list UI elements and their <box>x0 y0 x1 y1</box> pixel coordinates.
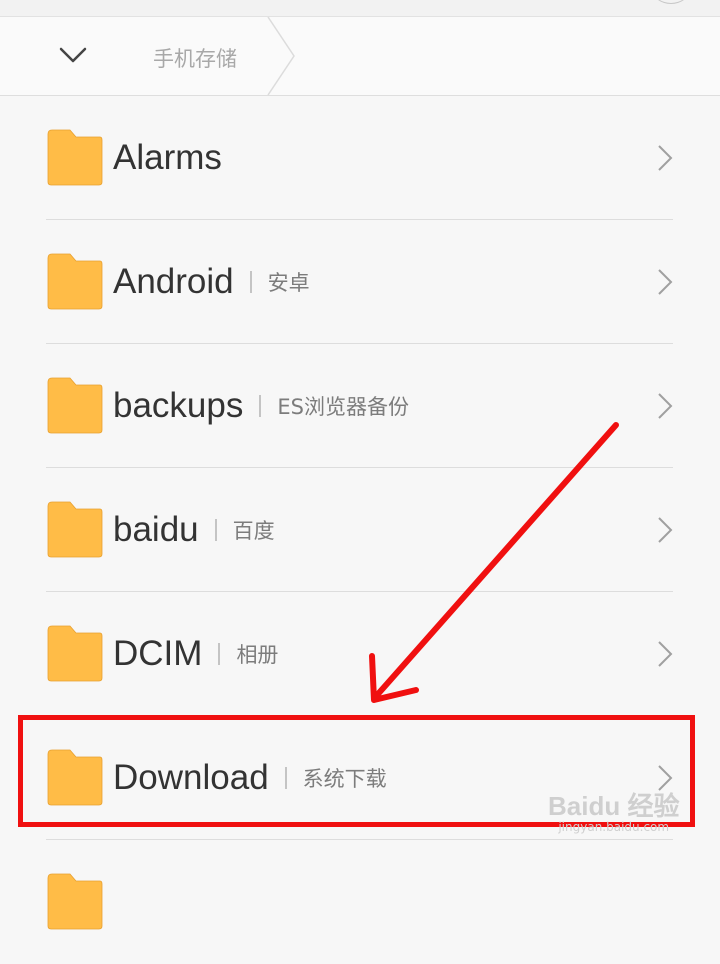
watermark-logo: Baidu 经验 <box>548 791 680 821</box>
folder-name: Alarms <box>113 138 222 177</box>
folder-icon <box>47 253 103 310</box>
separator <box>284 767 287 789</box>
folder-description: 系统下载 <box>302 767 387 791</box>
list-item[interactable]: baidu 百度 <box>0 468 720 592</box>
list-item[interactable]: backups ES浏览器备份 <box>0 344 720 468</box>
separator <box>218 643 221 665</box>
folder-name: Download <box>113 758 269 797</box>
folder-icon <box>47 501 103 558</box>
watermark: Baidu 经验 jingyan.baidu.com <box>548 792 679 834</box>
status-strip <box>0 0 720 17</box>
folder-icon <box>47 377 103 434</box>
folder-name: backups <box>113 386 244 425</box>
menu-button[interactable] <box>652 0 690 4</box>
folder-icon <box>47 129 103 186</box>
separator <box>249 271 252 293</box>
folder-description: 安卓 <box>267 271 310 295</box>
chevron-right-icon <box>658 269 673 295</box>
chevron-right-icon <box>658 517 673 543</box>
list-item[interactable] <box>0 840 720 964</box>
separator <box>259 395 262 417</box>
separator <box>214 519 217 541</box>
folder-description: 百度 <box>232 519 275 543</box>
folder-name: Android <box>113 262 234 301</box>
watermark-url: jingyan.baidu.com <box>558 820 670 834</box>
chevron-right-icon <box>658 393 673 419</box>
path-bar: 手机存储 <box>0 17 720 96</box>
chevron-right-icon <box>658 641 673 667</box>
list-item[interactable]: Alarms <box>0 96 720 220</box>
folder-name: DCIM <box>113 634 203 673</box>
breadcrumb[interactable]: 手机存储 <box>153 43 237 73</box>
chevron-right-icon <box>658 145 673 171</box>
folder-description: ES浏览器备份 <box>277 395 409 419</box>
folder-name: baidu <box>113 510 199 549</box>
list-item[interactable]: DCIM 相册 <box>0 592 720 716</box>
chevron-right-icon <box>658 765 673 791</box>
breadcrumb-separator-icon <box>267 17 295 95</box>
folder-icon <box>47 749 103 806</box>
list-item[interactable]: Android 安卓 <box>0 220 720 344</box>
folder-icon <box>47 625 103 682</box>
folder-description: 相册 <box>236 643 279 667</box>
chevron-down-icon[interactable] <box>58 45 88 65</box>
folder-icon <box>47 873 103 930</box>
